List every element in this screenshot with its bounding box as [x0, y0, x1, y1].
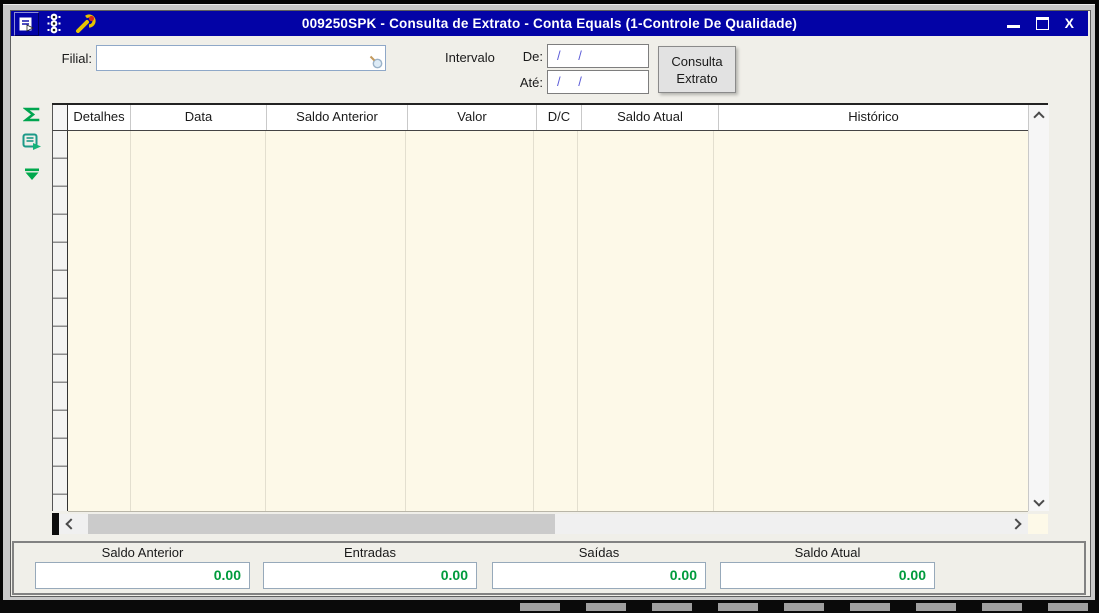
- column-separator: [533, 131, 534, 511]
- column-separator: [130, 131, 131, 511]
- column-header-data[interactable]: Data: [131, 105, 267, 130]
- ate-label: Até:: [519, 75, 543, 90]
- column-separator: [405, 131, 406, 511]
- consulta-extrato-button[interactable]: Consulta Extrato: [658, 46, 736, 93]
- maximize-button[interactable]: [1035, 17, 1049, 30]
- scroll-down-button[interactable]: [1029, 491, 1049, 511]
- sigma-glyph: [23, 107, 40, 121]
- grid-row-selector-column[interactable]: [52, 131, 69, 511]
- detail-form-glyph: [22, 133, 41, 150]
- de-label: De:: [522, 49, 543, 64]
- chevron-left-icon: [65, 518, 77, 530]
- chevron-down-icon: [1033, 495, 1045, 507]
- vertical-scrollbar[interactable]: [1028, 105, 1049, 511]
- screen: 009250SPK - Consulta de Extrato - Conta …: [0, 0, 1099, 613]
- window-controls: X: [1006, 11, 1074, 36]
- desktop-strip: [0, 600, 1099, 613]
- saldo-atual-field: 0.00: [720, 562, 935, 589]
- grid-size-box[interactable]: [52, 513, 59, 535]
- window-title: 009250SPK - Consulta de Extrato - Conta …: [301, 16, 798, 31]
- saidas-label: Saídas: [578, 545, 620, 560]
- saldo-anterior-field: 0.00: [35, 562, 250, 589]
- saldo-anterior-label: Saldo Anterior: [101, 545, 184, 560]
- column-header-valor[interactable]: Valor: [408, 105, 537, 130]
- scroll-right-button[interactable]: [1006, 514, 1026, 534]
- column-separator: [713, 131, 714, 511]
- filial-field-wrap: [96, 45, 386, 71]
- background-taskbar-fragments: [520, 603, 1099, 611]
- scroll-up-button[interactable]: [1029, 107, 1049, 127]
- go-to-end-icon[interactable]: [20, 163, 44, 187]
- close-button[interactable]: X: [1065, 11, 1074, 36]
- scrollbar-corner: [1028, 514, 1048, 534]
- saldo-anterior-value: 0.00: [213, 567, 241, 583]
- grid-body[interactable]: [68, 131, 1028, 512]
- entradas-field: 0.00: [263, 562, 477, 589]
- go-to-end-glyph: [25, 168, 39, 180]
- intervalo-label: Intervalo: [445, 50, 495, 65]
- de-mask-value: / /: [557, 48, 589, 63]
- grid-selector-header: [52, 105, 69, 131]
- column-separator: [265, 131, 266, 511]
- saidas-value: 0.00: [669, 567, 697, 583]
- grid-header-row: Detalhes Data Saldo Anterior Valor D/C S…: [68, 105, 1028, 131]
- saldo-atual-value: 0.00: [898, 567, 926, 583]
- entradas-label: Entradas: [343, 545, 397, 560]
- entradas-value: 0.00: [440, 567, 468, 583]
- column-header-saldo-atual[interactable]: Saldo Atual: [582, 105, 719, 130]
- magnifier-icon[interactable]: [369, 55, 384, 70]
- de-input[interactable]: / /: [547, 44, 649, 68]
- saidas-field: 0.00: [492, 562, 706, 589]
- column-header-historico[interactable]: Histórico: [719, 105, 1028, 130]
- consulta-extrato-button-line2: Extrato: [676, 70, 718, 86]
- horizontal-scrollbar[interactable]: [59, 514, 1028, 534]
- filial-label: Filial:: [61, 51, 92, 66]
- consulta-extrato-button-line1: Consulta: [671, 53, 723, 69]
- minimize-button[interactable]: [1006, 25, 1020, 28]
- column-header-dc[interactable]: D/C: [537, 105, 582, 130]
- detail-form-icon[interactable]: [20, 130, 44, 154]
- horizontal-scrollbar-thumb[interactable]: [88, 514, 555, 534]
- chevron-up-icon: [1033, 111, 1045, 123]
- titlebar[interactable]: 009250SPK - Consulta de Extrato - Conta …: [11, 11, 1088, 36]
- chevron-right-icon: [1010, 518, 1022, 530]
- column-separator: [577, 131, 578, 511]
- ate-input[interactable]: / /: [547, 70, 649, 94]
- sum-sigma-icon[interactable]: [20, 102, 44, 126]
- scroll-left-button[interactable]: [61, 514, 81, 534]
- ate-mask-value: / /: [557, 74, 589, 89]
- saldo-atual-label: Saldo Atual: [794, 545, 861, 560]
- filial-input[interactable]: [99, 48, 363, 68]
- column-header-saldo-anterior[interactable]: Saldo Anterior: [267, 105, 408, 130]
- column-header-detalhes[interactable]: Detalhes: [68, 105, 131, 130]
